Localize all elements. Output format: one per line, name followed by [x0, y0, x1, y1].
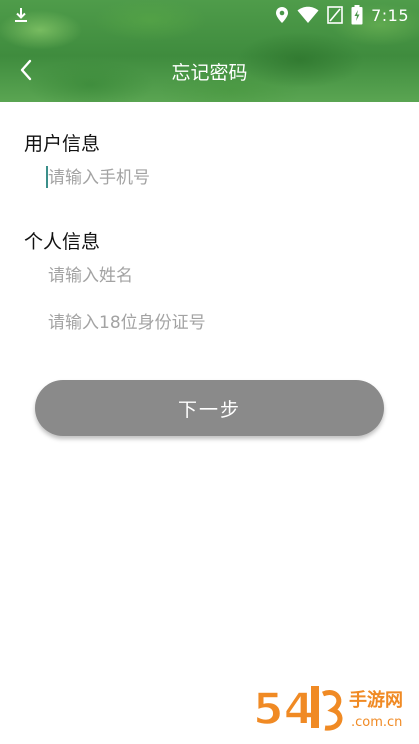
svg-text:54: 54 [253, 684, 314, 735]
download-icon [15, 8, 27, 22]
header-banner: 7:15 忘记密码 [0, 0, 419, 102]
no-sim-icon [327, 6, 343, 24]
watermark-logo: 54 手游网 .com.cn [253, 683, 403, 736]
next-step-button[interactable]: 下一步 [35, 380, 384, 436]
svg-text:.com.cn: .com.cn [351, 715, 402, 730]
status-bar: 7:15 [0, 0, 419, 30]
page-title: 忘记密码 [171, 62, 248, 84]
nav-bar: 忘记密码 [0, 40, 419, 102]
personal-info-heading: 个人信息 [24, 231, 101, 253]
location-icon [276, 7, 289, 23]
status-icons: 7:15 [275, 5, 409, 25]
form-content: 用户信息 个人信息 下一步 [0, 102, 419, 744]
battery-charging-icon [351, 5, 363, 25]
phone-input[interactable] [48, 163, 388, 193]
user-info-heading: 用户信息 [24, 133, 101, 155]
name-input[interactable] [48, 261, 388, 291]
wifi-icon [297, 6, 319, 23]
id-number-input[interactable] [48, 308, 388, 338]
status-time: 7:15 [371, 5, 409, 25]
svg-text:手游网: 手游网 [349, 689, 403, 711]
